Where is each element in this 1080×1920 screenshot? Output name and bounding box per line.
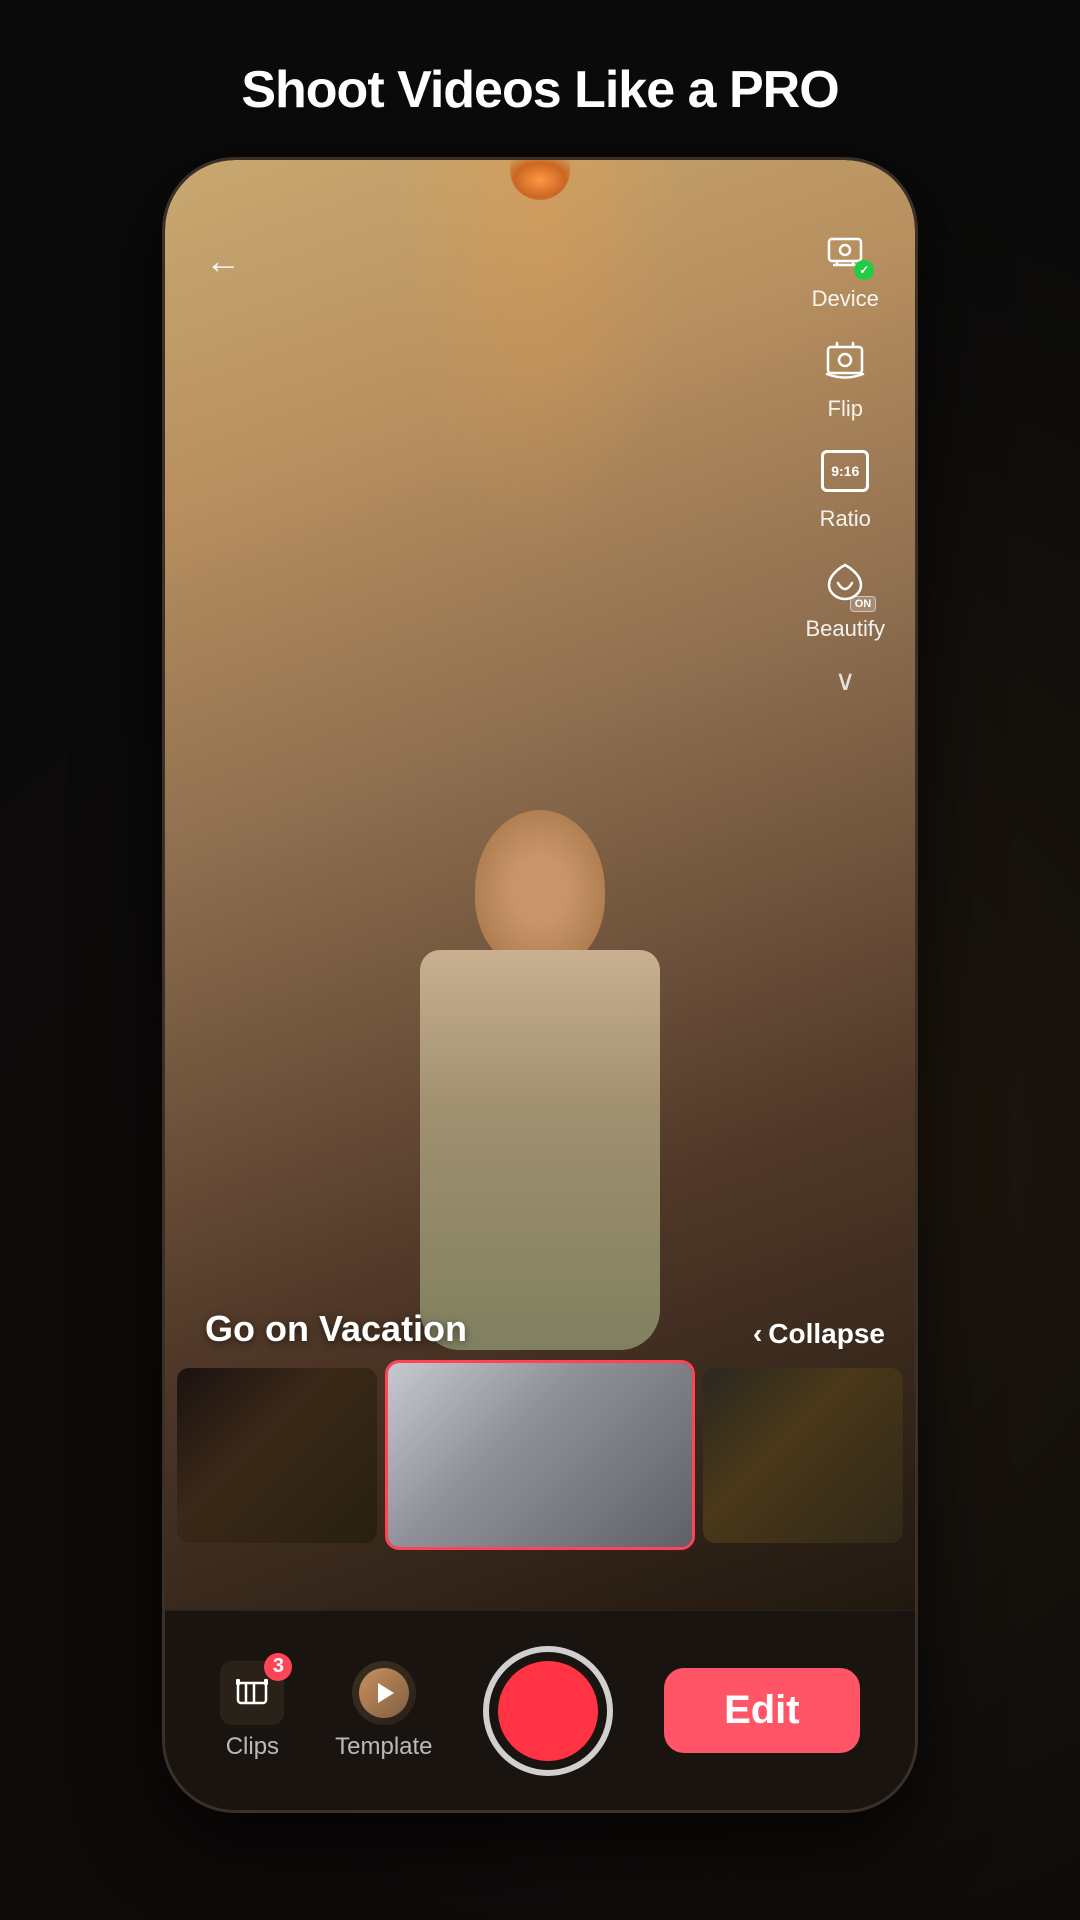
flip-control[interactable]: Flip xyxy=(814,330,876,422)
device-active-badge xyxy=(854,260,874,280)
flip-icon xyxy=(814,330,876,392)
clips-icon: 3 xyxy=(220,1661,284,1725)
right-controls: Device Flip 9:16 xyxy=(806,220,886,697)
template-label: Template xyxy=(335,1733,432,1761)
device-control[interactable]: Device xyxy=(812,220,879,312)
thumbnail-2-selected[interactable] xyxy=(385,1360,695,1550)
clips-button[interactable]: 3 Clips xyxy=(220,1661,284,1761)
thumbnail-strip xyxy=(165,1360,915,1550)
ratio-label: Ratio xyxy=(820,506,871,532)
thumb-1-bg xyxy=(177,1368,377,1543)
clips-count-badge: 3 xyxy=(264,1653,292,1681)
template-icon-inner xyxy=(359,1668,409,1718)
ratio-icon: 9:16 xyxy=(814,440,876,502)
beautify-label: Beautify xyxy=(806,616,886,642)
beautify-icon: ON xyxy=(814,550,876,612)
thumb-2-bg xyxy=(388,1363,692,1547)
device-icon xyxy=(814,220,876,282)
collapse-icon: ‹ xyxy=(753,1318,762,1350)
thumbnail-1[interactable] xyxy=(177,1368,377,1543)
ratio-control[interactable]: 9:16 Ratio xyxy=(814,440,876,532)
flip-label: Flip xyxy=(828,396,863,422)
edit-button[interactable]: Edit xyxy=(664,1668,860,1753)
clips-label: Clips xyxy=(226,1733,279,1761)
record-button[interactable] xyxy=(483,1646,613,1776)
page-title: Shoot Videos Like a PRO xyxy=(241,60,838,120)
thumb-3-bg xyxy=(703,1368,903,1543)
phone-frame: ← Device xyxy=(165,160,915,1810)
camera-view: ← Device xyxy=(165,160,915,1610)
more-controls-button[interactable]: ∨ xyxy=(835,664,856,697)
record-inner xyxy=(498,1661,598,1761)
bottom-bar: 3 Clips Template Edit xyxy=(165,1610,915,1810)
collapse-button[interactable]: ‹ Collapse xyxy=(753,1318,885,1350)
back-button[interactable]: ← xyxy=(205,240,241,282)
scene-label: Go on Vacation xyxy=(205,1308,467,1350)
ratio-value: 9:16 xyxy=(831,464,859,478)
beautify-control[interactable]: ON Beautify xyxy=(806,550,886,642)
device-label: Device xyxy=(812,286,879,312)
beautify-on-badge: ON xyxy=(850,596,877,612)
template-button[interactable]: Template xyxy=(335,1661,432,1761)
thumbnail-3[interactable] xyxy=(703,1368,903,1543)
play-icon xyxy=(378,1683,394,1703)
template-icon xyxy=(352,1661,416,1725)
room-light-glow xyxy=(390,160,690,560)
collapse-label: Collapse xyxy=(768,1318,885,1350)
